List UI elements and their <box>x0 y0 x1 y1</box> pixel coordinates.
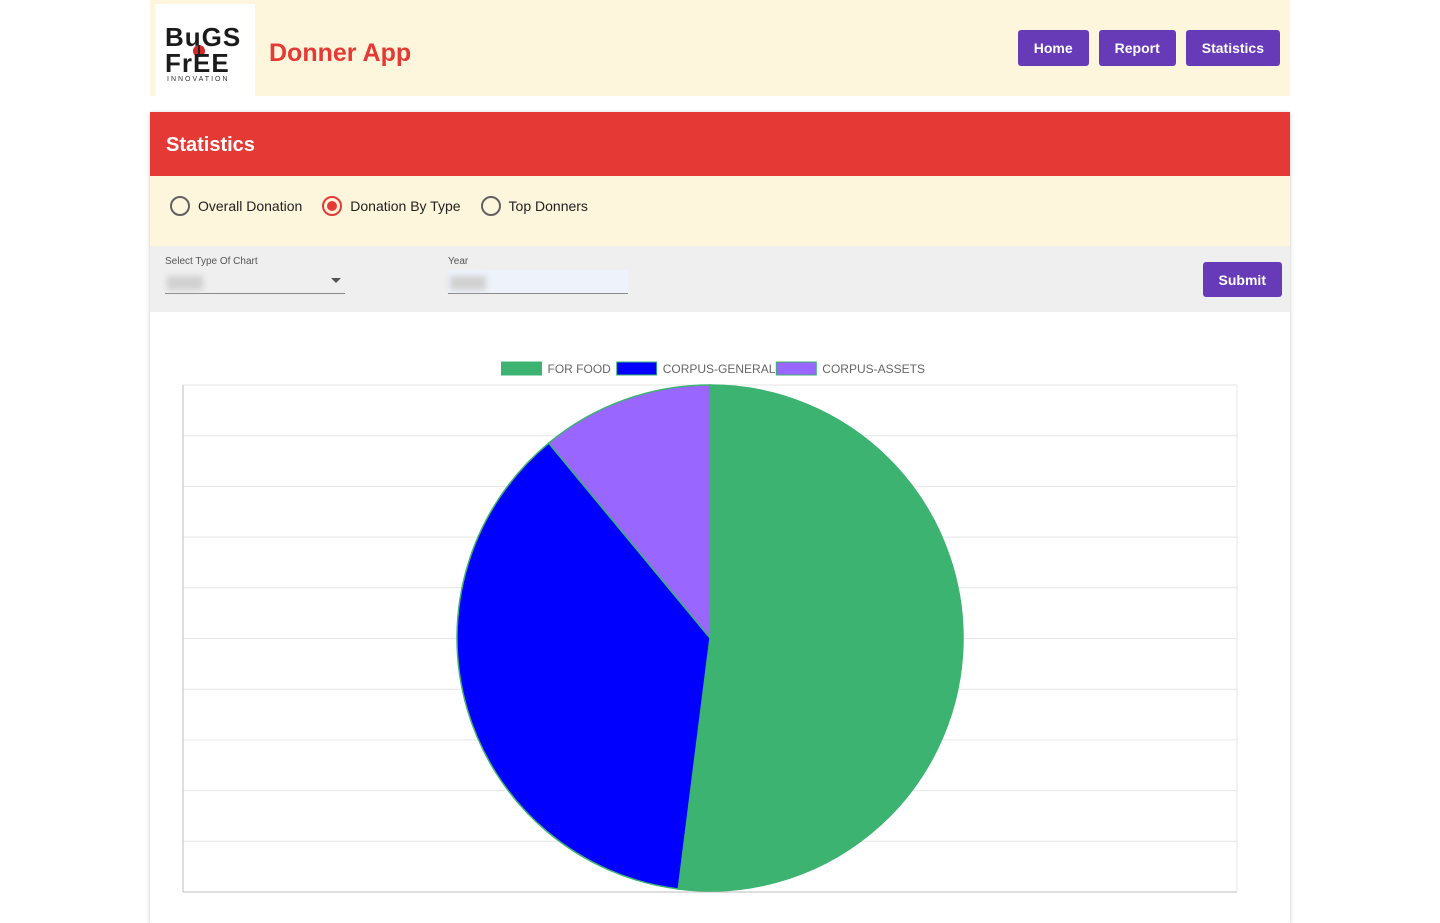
legend-label: CORPUS-ASSETS <box>822 362 925 376</box>
pie-chart: FOR FOOD CORPUS-GENERAL CORPUS-ASSETS <box>182 361 1238 893</box>
legend-swatch <box>501 361 542 376</box>
pie-slice <box>677 384 964 892</box>
page: BuGS FrEE INNOVATION Donner App Home Rep… <box>0 0 1440 923</box>
chart-area: FOR FOOD CORPUS-GENERAL CORPUS-ASSETS <box>0 0 1440 923</box>
legend-swatch <box>775 361 817 376</box>
legend-label: FOR FOOD <box>548 362 612 376</box>
legend-swatch <box>616 361 658 376</box>
legend-label: CORPUS-GENERAL <box>663 362 776 376</box>
